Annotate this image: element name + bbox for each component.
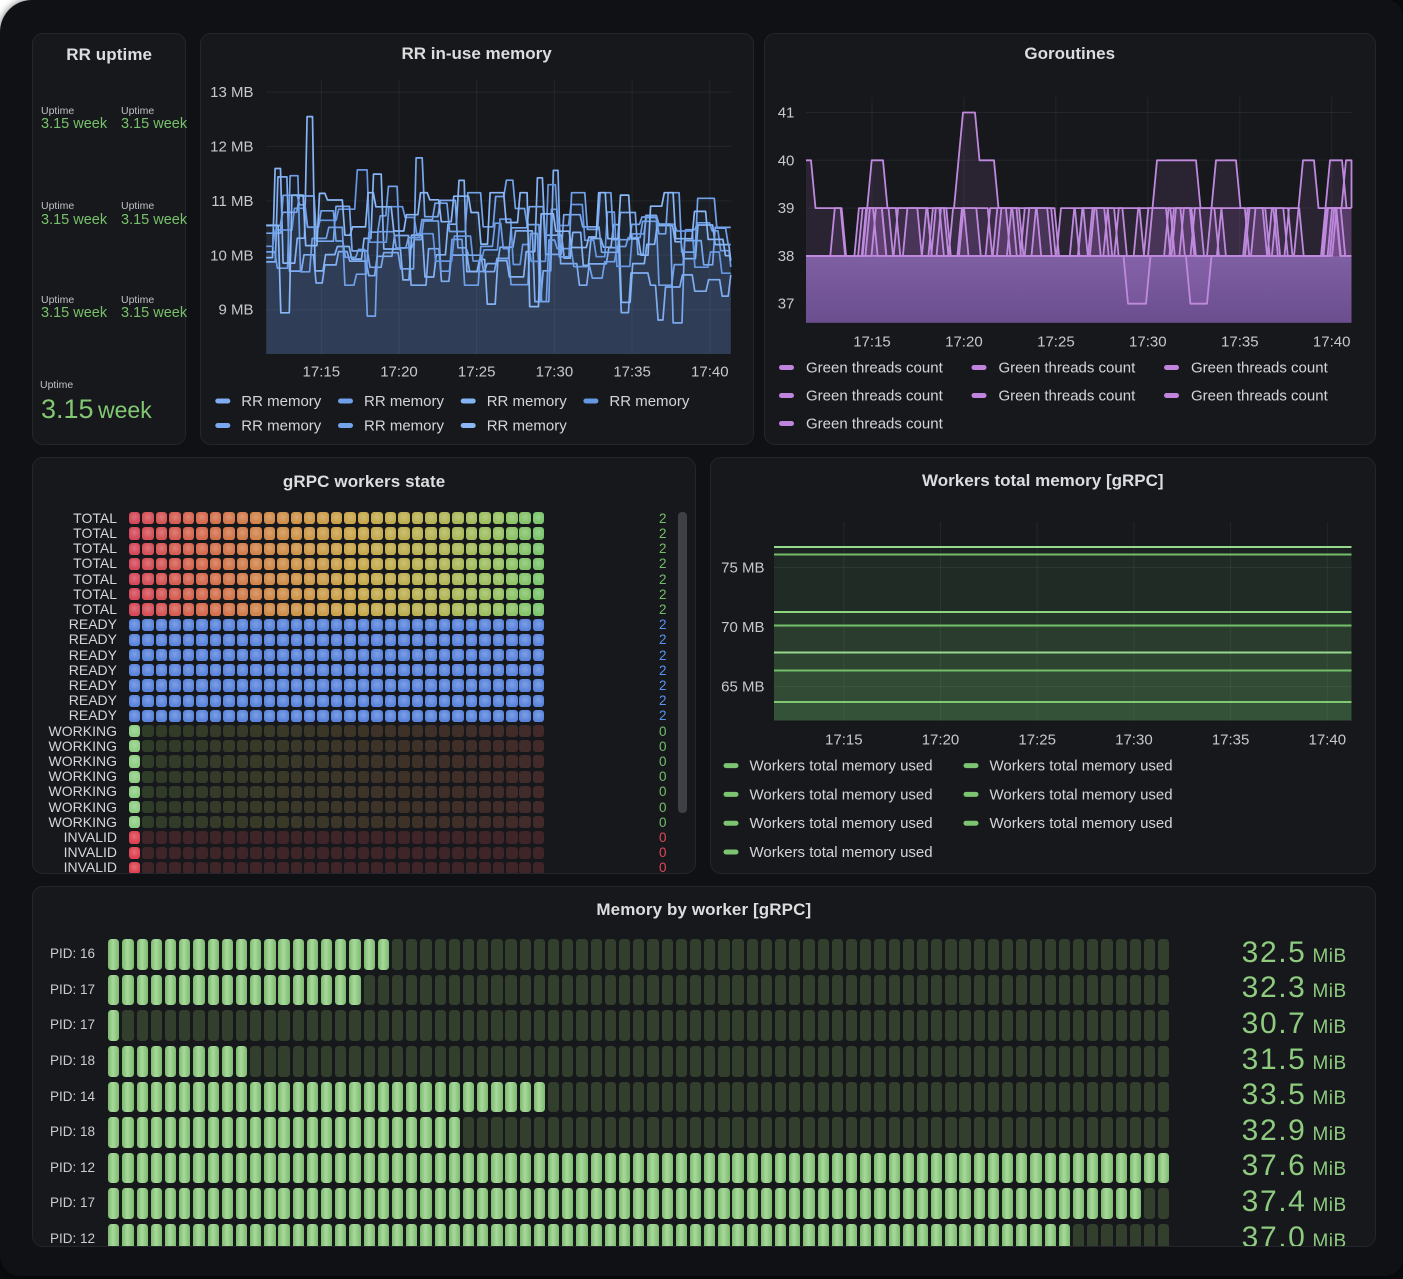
svg-text:Green threads count: Green threads count [999,388,1137,405]
svg-text:39: 39 [778,200,795,217]
svg-text:75 MB: 75 MB [721,560,764,577]
svg-text:65 MB: 65 MB [721,679,764,696]
svg-text:9 MB: 9 MB [218,302,253,319]
svg-text:17:15: 17:15 [853,334,891,351]
svg-text:17:30: 17:30 [1129,334,1167,351]
svg-text:17:15: 17:15 [825,732,863,749]
svg-text:Workers total memory used: Workers total memory used [990,815,1173,832]
svg-text:17:20: 17:20 [922,732,960,749]
svg-text:RR memory: RR memory [364,393,445,410]
svg-text:Workers total memory used: Workers total memory used [750,786,933,803]
svg-text:41: 41 [778,105,795,122]
svg-text:Green threads count: Green threads count [806,416,944,433]
svg-text:Workers total memory used: Workers total memory used [750,758,933,775]
svg-text:RR memory: RR memory [241,418,322,435]
svg-text:Workers total memory used: Workers total memory used [990,758,1173,775]
svg-text:Green threads count: Green threads count [999,360,1137,377]
svg-text:RR memory: RR memory [487,393,568,410]
svg-text:17:35: 17:35 [1212,732,1250,749]
svg-text:Green threads count: Green threads count [1191,360,1329,377]
svg-text:RR memory: RR memory [241,393,322,410]
svg-text:Workers total memory used: Workers total memory used [750,815,933,832]
svg-text:11 MB: 11 MB [211,193,253,210]
svg-text:RR memory: RR memory [609,393,690,410]
svg-text:17:25: 17:25 [1037,334,1075,351]
svg-text:17:35: 17:35 [1221,334,1259,351]
svg-text:Workers total memory used: Workers total memory used [990,786,1173,803]
svg-text:17:20: 17:20 [945,334,983,351]
svg-text:RR memory: RR memory [364,418,445,435]
svg-text:17:35: 17:35 [613,364,651,381]
svg-text:Green threads count: Green threads count [806,388,944,405]
svg-text:17:40: 17:40 [1313,334,1351,351]
svg-text:17:30: 17:30 [1115,732,1153,749]
svg-text:17:30: 17:30 [536,364,574,381]
svg-text:RR memory: RR memory [487,418,568,435]
svg-text:17:25: 17:25 [1018,732,1056,749]
svg-text:Goroutines: Goroutines [1024,44,1115,63]
svg-text:17:40: 17:40 [691,364,729,381]
svg-text:13 MB: 13 MB [210,84,253,101]
svg-text:10 MB: 10 MB [210,247,253,264]
svg-text:Workers total memory used: Workers total memory used [750,844,933,861]
svg-text:38: 38 [778,248,795,265]
svg-text:RR in-use memory: RR in-use memory [401,44,552,63]
svg-text:Green threads count: Green threads count [1191,388,1329,405]
svg-text:17:25: 17:25 [458,364,496,381]
svg-text:Workers total memory [gRPC]: Workers total memory [gRPC] [922,471,1164,490]
svg-text:17:15: 17:15 [303,364,341,381]
svg-text:17:40: 17:40 [1309,732,1347,749]
svg-text:12 MB: 12 MB [210,139,253,156]
svg-text:Green threads count: Green threads count [806,360,944,377]
svg-text:17:20: 17:20 [380,364,418,381]
svg-text:70 MB: 70 MB [721,619,764,636]
svg-text:37: 37 [778,296,795,313]
svg-text:40: 40 [778,152,795,169]
